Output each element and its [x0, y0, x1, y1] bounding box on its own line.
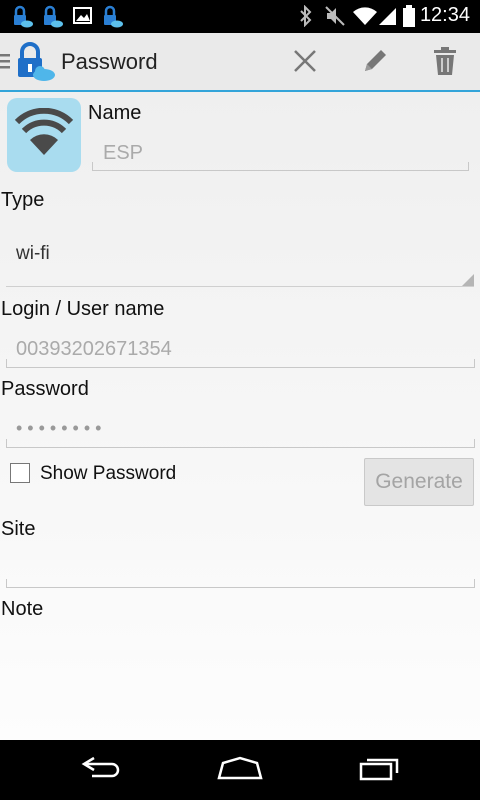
- action-bar: Password: [0, 33, 480, 92]
- name-field[interactable]: ESP: [92, 134, 469, 174]
- password-form: Name ESP Type wi-fi Login / User name 00…: [0, 92, 480, 740]
- page-title: Password: [61, 49, 158, 74]
- close-icon: [292, 48, 318, 79]
- type-spinner-line: [6, 286, 474, 287]
- password-underline: [6, 439, 475, 448]
- login-label: Login / User name: [1, 298, 165, 320]
- password-label: Password: [1, 378, 89, 400]
- edit-pencil-icon: [359, 45, 391, 82]
- menu-icon: [0, 53, 12, 76]
- name-label: Name: [88, 102, 142, 124]
- site-label: Site: [1, 518, 36, 540]
- note-label: Note: [1, 598, 44, 620]
- back-icon: [78, 755, 122, 786]
- recent-apps-icon: [357, 755, 403, 786]
- login-field[interactable]: 00393202671354: [6, 332, 475, 372]
- dropdown-corner-icon: [462, 274, 474, 286]
- edit-button[interactable]: [351, 41, 399, 85]
- type-spinner[interactable]: [0, 222, 480, 292]
- back-button[interactable]: [70, 752, 130, 788]
- cell-signal-icon: [378, 5, 398, 32]
- show-password-checkbox[interactable]: [10, 463, 30, 483]
- type-icon-button[interactable]: [7, 98, 81, 172]
- lock-cloud-icon: [10, 5, 34, 34]
- recent-apps-button[interactable]: [350, 752, 410, 788]
- name-underline: [92, 162, 469, 171]
- generate-button[interactable]: Generate: [364, 458, 474, 506]
- app-logo-icon: [14, 41, 56, 88]
- bluetooth-icon: [298, 4, 314, 32]
- type-value: wi-fi: [16, 243, 50, 264]
- wifi-signal-icon: [352, 5, 378, 32]
- image-icon: [72, 5, 94, 32]
- trash-icon: [433, 46, 457, 81]
- site-field[interactable]: [6, 552, 475, 592]
- type-label: Type: [1, 189, 45, 211]
- lock-cloud-icon: [40, 5, 64, 34]
- status-bar: 12:34: [0, 0, 480, 33]
- navigation-bar: [0, 740, 480, 800]
- battery-icon: [402, 5, 416, 34]
- login-underline: [6, 359, 475, 368]
- mute-icon: [324, 5, 346, 32]
- wifi-icon: [14, 107, 74, 163]
- password-value: • • • • • • • •: [16, 418, 102, 438]
- clock: 12:34: [419, 4, 470, 26]
- lock-cloud-icon: [100, 5, 124, 34]
- login-value: 00393202671354: [16, 338, 172, 360]
- app-home-button[interactable]: [0, 39, 58, 85]
- show-password-label[interactable]: Show Password: [40, 463, 176, 485]
- delete-button[interactable]: [421, 41, 469, 85]
- site-underline: [6, 579, 475, 588]
- home-icon: [216, 755, 264, 786]
- close-button[interactable]: [281, 41, 329, 85]
- home-button[interactable]: [210, 752, 270, 788]
- password-field[interactable]: • • • • • • • •: [6, 412, 475, 452]
